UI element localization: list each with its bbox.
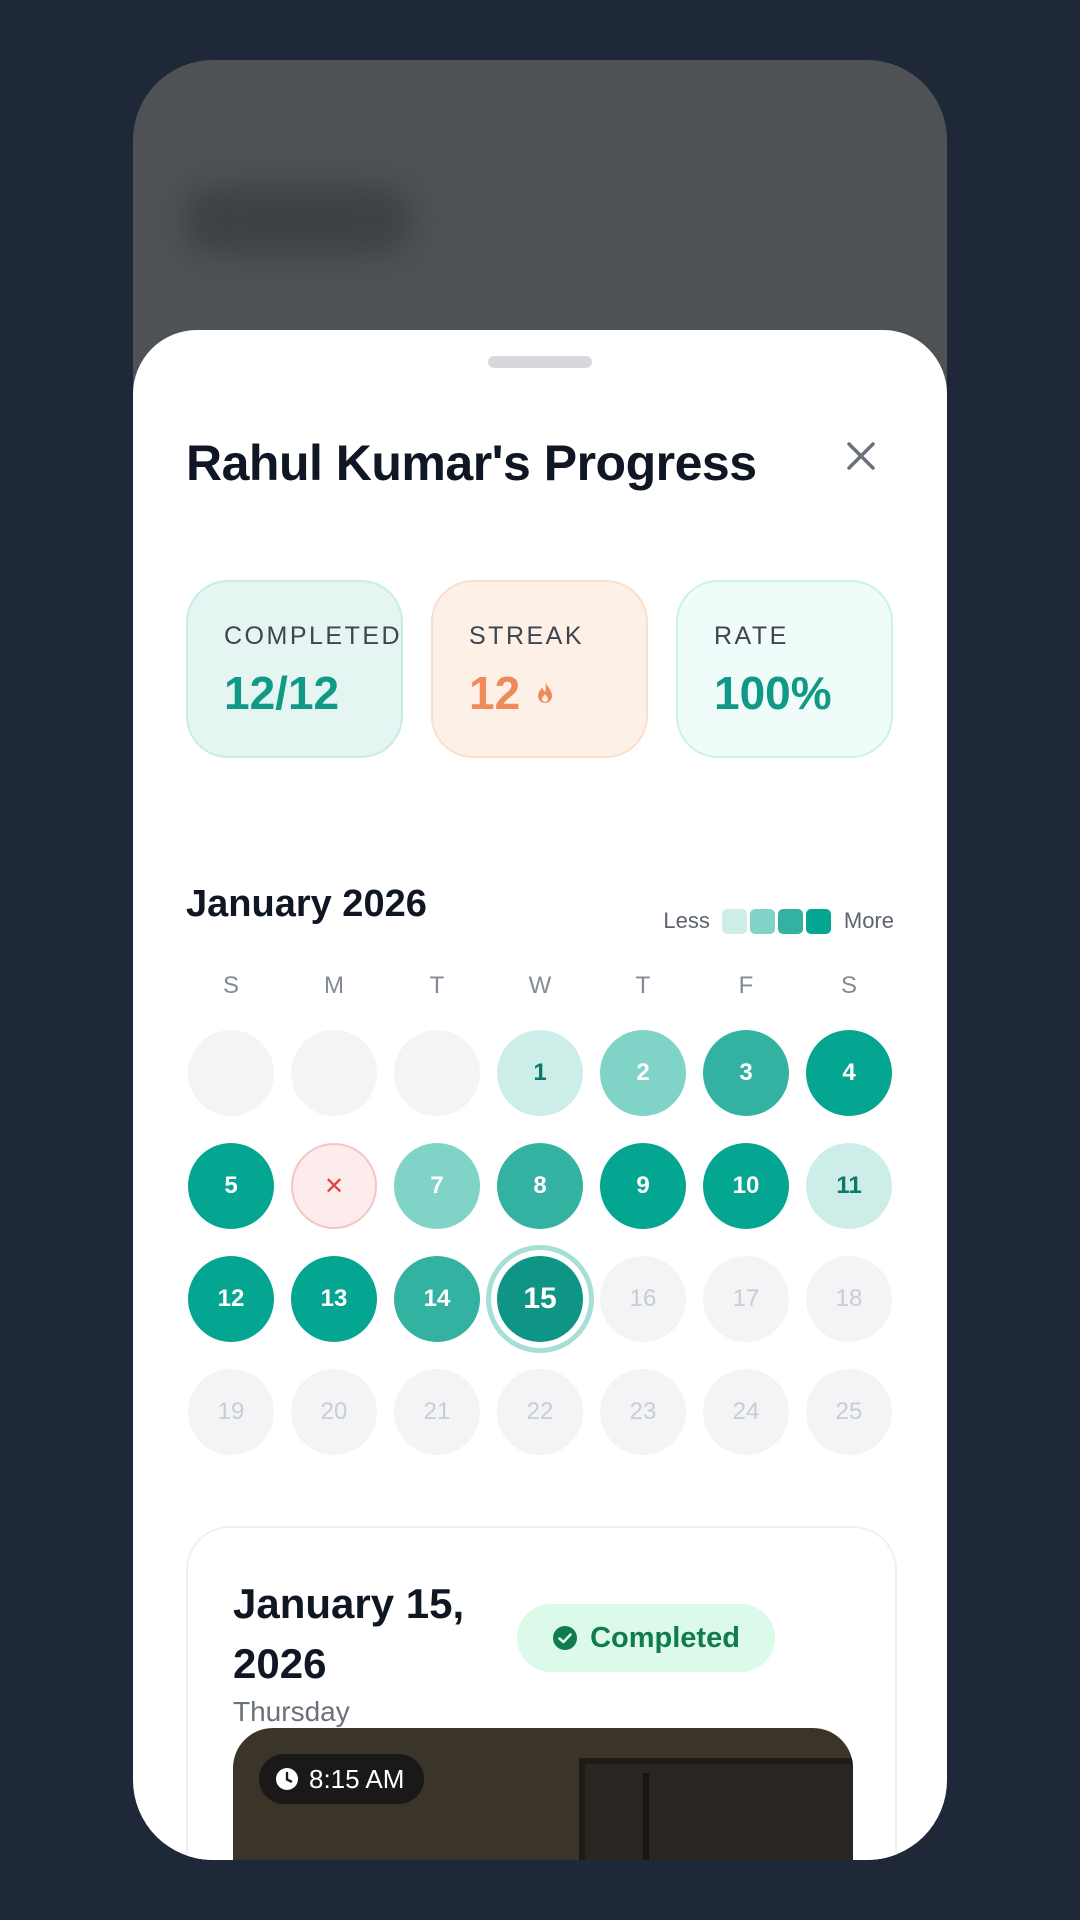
legend-more-label: More — [843, 908, 894, 933]
calendar-empty-cell — [291, 1030, 377, 1116]
flame-icon — [538, 681, 553, 703]
streak-stat-card: STREAK 12 — [431, 580, 648, 758]
photo-door-shape — [579, 1758, 853, 1860]
calendar-day[interactable]: 11 — [806, 1143, 892, 1229]
photo-light-shape — [287, 1846, 357, 1860]
weekday-label: F — [738, 972, 754, 999]
completed-label: COMPLETED — [224, 622, 403, 650]
rate-stat-card: RATE 100% — [676, 580, 893, 758]
weekday-label: M — [324, 972, 344, 999]
status-badge: Completed — [517, 1604, 775, 1672]
sheet-title: Rahul Kumar's Progress — [186, 435, 757, 491]
weekday-label: S — [840, 972, 857, 999]
clock-icon — [276, 1768, 298, 1790]
completed-stat-card: COMPLETED 12/12 — [186, 580, 403, 758]
calendar-day[interactable]: 13 — [291, 1256, 377, 1342]
selected-date: January 15, 2026 — [233, 1580, 465, 1687]
calendar-empty-cell — [394, 1030, 480, 1116]
legend-swatch-1 — [721, 908, 747, 934]
legend-less-label: Less — [663, 908, 710, 933]
calendar-day[interactable]: 7 — [394, 1143, 480, 1229]
calendar-grid: 1 2 3 4 5 ✕ 7 8 9 10 11 12 13 14 15 16 17 18 19 20 21 22 23 24 2… — [188, 1030, 907, 1490]
weekday-label: S — [222, 972, 239, 999]
legend-swatch-4 — [805, 908, 831, 934]
weekday-label: W — [528, 972, 552, 999]
calendar-day: 17 — [703, 1256, 789, 1342]
check-circle-icon — [553, 1626, 578, 1650]
background-blurred-content — [183, 185, 413, 255]
calendar-month-title: January 2026 — [186, 883, 427, 925]
weekday-label: T — [429, 972, 445, 999]
calendar-day[interactable]: 3 — [703, 1030, 789, 1116]
weekday-header-row: SMTWTFS — [188, 972, 907, 1002]
calendar-day: 23 — [600, 1369, 686, 1455]
proof-photo[interactable]: 8:15 AM — [233, 1728, 853, 1860]
calendar-day-selected[interactable]: 15 — [497, 1256, 583, 1342]
calendar-day: 21 — [394, 1369, 480, 1455]
phone-frame: Rahul Kumar's Progress COMPLETED 12/12 S… — [133, 60, 947, 1860]
calendar-day[interactable]: 2 — [600, 1030, 686, 1116]
calendar-day: 18 — [806, 1256, 892, 1342]
streak-value: 12 — [469, 667, 521, 719]
calendar-day[interactable]: 8 — [497, 1143, 583, 1229]
calendar-day[interactable]: 1 — [497, 1030, 583, 1116]
progress-bottom-sheet: Rahul Kumar's Progress COMPLETED 12/12 S… — [133, 330, 947, 1860]
photo-door-frame — [643, 1773, 649, 1860]
calendar-day-missed[interactable]: ✕ — [291, 1143, 377, 1229]
weekday-label: T — [635, 972, 651, 999]
day-detail-card: January 15, 2026 Thursday Completed 8:15… — [186, 1526, 897, 1860]
rate-value: 100% — [714, 667, 832, 719]
sheet-drag-handle[interactable] — [488, 356, 592, 368]
calendar-day: 25 — [806, 1369, 892, 1455]
calendar-day: 20 — [291, 1369, 377, 1455]
calendar-day: 19 — [188, 1369, 274, 1455]
calendar-empty-cell — [188, 1030, 274, 1116]
close-button[interactable] — [839, 434, 883, 478]
intensity-legend: Less More — [663, 908, 894, 934]
calendar-day[interactable]: 4 — [806, 1030, 892, 1116]
rate-label: RATE — [714, 622, 789, 650]
close-icon — [847, 442, 875, 470]
legend-swatch-2 — [749, 908, 775, 934]
selected-weekday: Thursday — [233, 1696, 350, 1727]
calendar-day[interactable]: 14 — [394, 1256, 480, 1342]
status-label: Completed — [590, 1621, 740, 1654]
calendar-day: 24 — [703, 1369, 789, 1455]
calendar-day: 16 — [600, 1256, 686, 1342]
calendar-day[interactable]: 5 — [188, 1143, 274, 1229]
calendar-day[interactable]: 10 — [703, 1143, 789, 1229]
streak-value-row: 12 — [469, 666, 556, 720]
calendar-day[interactable]: 12 — [188, 1256, 274, 1342]
legend-swatch-3 — [777, 908, 803, 934]
photo-time-pill: 8:15 AM — [259, 1754, 425, 1804]
streak-label: STREAK — [469, 622, 585, 650]
calendar-day[interactable]: 9 — [600, 1143, 686, 1229]
photo-time: 8:15 AM — [309, 1763, 405, 1794]
completed-value: 12/12 — [224, 667, 340, 719]
calendar-day: 22 — [497, 1369, 583, 1455]
